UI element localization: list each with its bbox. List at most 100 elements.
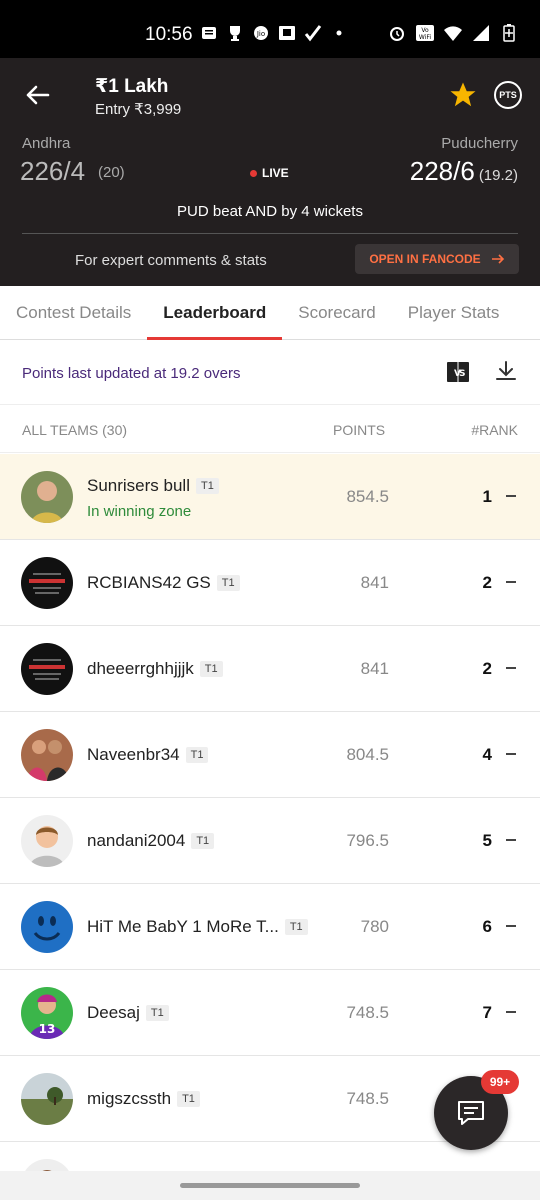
team-name: nandani2004 T1: [87, 831, 215, 851]
avatar: [21, 643, 73, 695]
table-row[interactable]: dheeerrghhjjjk T1 841 2: [0, 626, 540, 712]
tab-contest-details[interactable]: Contest Details: [0, 286, 147, 339]
rank-change-icon: [506, 1011, 516, 1013]
live-label: LIVE: [262, 166, 289, 180]
team-right-score: 228/6: [409, 156, 475, 186]
team-name-text: HiT Me BabY 1 MoRe T...: [87, 917, 279, 936]
avatar: [21, 557, 73, 609]
points-updated-text: Points last updated at 19.2 overs: [22, 365, 241, 382]
table-row[interactable]: Naveenbr34 T1 804.5 4: [0, 712, 540, 798]
tab-player-stats[interactable]: Player Stats: [392, 286, 516, 339]
pts-button[interactable]: PTS: [494, 81, 522, 109]
points-value: 804.5: [346, 745, 389, 764]
team-badge: T1: [199, 661, 223, 677]
team-left-name: Andhra: [22, 135, 71, 152]
rank-value: 6: [482, 917, 492, 936]
rank-change-icon: [506, 753, 516, 755]
entry-fee: Entry ₹3,999: [95, 101, 182, 118]
notification-icons: Jio: [200, 24, 348, 42]
team-badge: T1: [185, 747, 209, 763]
tab-bar: Contest Details Leaderboard Scorecard Pl…: [0, 286, 540, 340]
team-badge: T1: [145, 1005, 169, 1021]
table-row[interactable]: HiT Me BabY 1 MoRe T... T1 780 6: [0, 884, 540, 970]
battery-icon: [503, 24, 515, 42]
tab-leaderboard[interactable]: Leaderboard: [147, 286, 283, 340]
trophy-icon: [230, 26, 240, 41]
status-time: 10:56: [145, 24, 193, 45]
home-gesture-handle[interactable]: [180, 1183, 360, 1188]
table-row[interactable]: nandani2004 T1 796.5 5: [0, 798, 540, 884]
expert-text: For expert comments & stats: [75, 252, 267, 269]
team-right-name: Puducherry: [441, 135, 518, 152]
rank-change-icon: [506, 839, 516, 841]
rank-value: 2: [482, 659, 492, 678]
team-name-text: Sunrisers bull: [87, 476, 190, 495]
avatar: [21, 1073, 73, 1125]
jio-icon: Jio: [254, 26, 268, 40]
rank-value: 7: [482, 1003, 492, 1022]
tv-icon: [279, 26, 295, 40]
table-row[interactable]: Sunrisers bull T1 In winning zone 854.5 …: [0, 454, 540, 540]
team-left-overs: (20): [98, 164, 125, 181]
avatar: [21, 815, 73, 867]
svg-text:Jio: Jio: [256, 30, 265, 38]
match-header: ₹1 Lakh Entry ₹3,999 PTS Andhra 226/4 (2…: [0, 58, 540, 286]
system-icons: Vo WiFi: [388, 24, 518, 42]
avatar: [21, 471, 73, 523]
svg-text:13: 13: [39, 1022, 56, 1036]
back-arrow-icon[interactable]: [22, 80, 52, 110]
rank-value: 5: [482, 831, 492, 850]
check-icon: [304, 25, 322, 42]
team-badge: T1: [196, 478, 219, 494]
team-name: HiT Me BabY 1 MoRe T... T1: [87, 917, 308, 937]
contest-title: ₹1 Lakh: [95, 76, 169, 97]
chat-count-badge: 99+: [481, 1070, 519, 1094]
points-value: 841: [360, 573, 389, 592]
table-row[interactable]: RCBIANS42 GS T1 841 2: [0, 540, 540, 626]
team-name-text: RCBIANS42 GS: [87, 573, 211, 592]
avatar: 13: [21, 987, 73, 1039]
live-dot-icon: [250, 169, 257, 177]
points-value: 748.5: [346, 1003, 389, 1022]
download-icon[interactable]: [494, 359, 518, 383]
all-teams-header: ALL TEAMS (30): [22, 422, 128, 438]
points-update-bar: Points last updated at 19.2 overs VS: [0, 341, 540, 405]
avatar: [21, 729, 73, 781]
fancode-label: OPEN IN FANCODE: [369, 252, 481, 266]
team-name-text: migszcssth: [87, 1089, 172, 1108]
rank-value: 1: [482, 487, 492, 506]
team-name: dheeerrghhjjjk T1: [87, 659, 223, 679]
winning-zone-label: In winning zone: [87, 503, 192, 520]
team-name: Sunrisers bull T1: [87, 476, 219, 496]
points-value: 841: [360, 659, 389, 678]
system-nav-bar: [0, 1171, 540, 1200]
compare-vs-icon[interactable]: VS: [446, 361, 470, 383]
match-result: PUD beat AND by 4 wickets: [177, 203, 363, 220]
chat-icon: [458, 1101, 484, 1125]
team-right-score-group: 228/6 (19.2): [410, 156, 518, 187]
signal-icon: [473, 25, 489, 41]
team-right-overs: (19.2): [478, 167, 518, 184]
table-row[interactable]: 13 Deesaj T1 748.5 7: [0, 970, 540, 1056]
points-value: 796.5: [346, 831, 389, 850]
team-name-text: Deesaj: [87, 1003, 140, 1022]
vowifi-icon: VoWiFi: [416, 25, 434, 41]
arrow-right-icon: [491, 254, 504, 264]
team-name-text: dheeerrghhjjjk: [87, 659, 194, 678]
svg-text:Vo: Vo: [421, 27, 429, 34]
team-name: Naveenbr34 T1: [87, 745, 209, 765]
tab-scorecard[interactable]: Scorecard: [282, 286, 391, 339]
team-name-text: Naveenbr34: [87, 745, 180, 764]
open-in-fancode-button[interactable]: OPEN IN FANCODE: [355, 244, 519, 274]
rank-value: 4: [482, 745, 492, 764]
status-bar: 10:56 Jio Vo WiFi: [0, 0, 540, 58]
rank-value: 2: [482, 573, 492, 592]
star-icon[interactable]: [448, 80, 478, 110]
message-icon: [202, 27, 216, 39]
dot-icon: [336, 30, 342, 36]
avatar: [21, 901, 73, 953]
points-header: POINTS: [333, 422, 386, 438]
team-badge: T1: [216, 575, 240, 591]
points-value: 780: [360, 917, 389, 936]
team-name: RCBIANS42 GS T1: [87, 573, 240, 593]
